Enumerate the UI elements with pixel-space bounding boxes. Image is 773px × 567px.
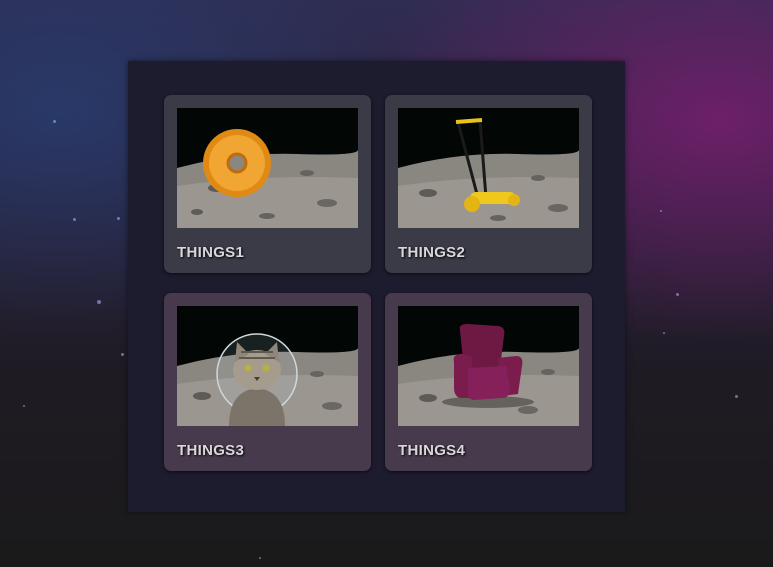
background-star — [660, 210, 662, 212]
gallery-card-things2[interactable]: THINGS2 — [385, 95, 592, 273]
background-star — [259, 557, 261, 559]
background-star — [23, 405, 25, 407]
card-title: THINGS2 — [398, 244, 466, 261]
background-star — [117, 217, 120, 220]
card-title: THINGS1 — [177, 244, 245, 261]
gallery-card-things1[interactable]: THINGS1 — [164, 95, 371, 273]
thumbnail-image — [398, 108, 579, 228]
background-star — [53, 120, 56, 123]
background-star — [121, 353, 124, 356]
thumbnail-image — [177, 306, 358, 426]
gallery-panel: THINGS1 THINGS2 THINGS3 THINGS4 — [128, 61, 625, 512]
background-star — [663, 332, 665, 334]
gallery-card-things3[interactable]: THINGS3 — [164, 293, 371, 471]
donut-icon — [203, 129, 271, 197]
background-star — [735, 395, 738, 398]
background-star — [97, 300, 101, 304]
card-title: THINGS4 — [398, 442, 466, 459]
background-star — [73, 218, 76, 221]
gallery-grid: THINGS1 THINGS2 THINGS3 THINGS4 — [164, 95, 594, 481]
gallery-card-things4[interactable]: THINGS4 — [385, 293, 592, 471]
background-star — [676, 293, 679, 296]
card-title: THINGS3 — [177, 442, 245, 459]
thumbnail-image — [398, 306, 579, 426]
thumbnail-image — [177, 108, 358, 228]
